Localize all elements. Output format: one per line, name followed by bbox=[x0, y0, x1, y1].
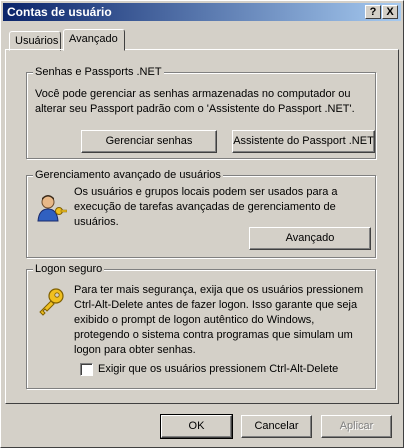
title-bar[interactable]: Contas de usuário ? X bbox=[3, 3, 401, 21]
passwords-group-label: Senhas e Passports .NET bbox=[33, 66, 164, 78]
tab-avancado-label: Avançado bbox=[69, 33, 118, 45]
manage-passwords-button[interactable]: Gerenciar senhas bbox=[81, 130, 217, 153]
ctrl-alt-delete-label[interactable]: Exigir que os usuários pressionem Ctrl-A… bbox=[98, 362, 338, 377]
key-icon bbox=[39, 288, 64, 316]
passwords-group: Senhas e Passports .NET Você pode gerenc… bbox=[26, 66, 376, 159]
apply-button[interactable]: Aplicar bbox=[321, 415, 392, 438]
help-button[interactable]: ? bbox=[365, 5, 381, 19]
passwords-description: Você pode gerenciar as senhas armazenada… bbox=[35, 88, 355, 115]
tab-panel: Senhas e Passports .NET Você pode gerenc… bbox=[5, 49, 399, 404]
window-title: Contas de usuário bbox=[7, 5, 112, 19]
secure-logon-label: Logon seguro bbox=[33, 263, 105, 275]
passport-wizard-button[interactable]: Assistente do Passport .NET bbox=[232, 130, 375, 153]
secure-logon-group: Logon seguro Para ter mais segurança, ex… bbox=[26, 263, 376, 389]
tab-avancado[interactable]: Avançado bbox=[63, 29, 125, 51]
ctrl-alt-delete-checkbox[interactable] bbox=[80, 363, 93, 376]
close-button[interactable]: X bbox=[382, 5, 398, 19]
tab-usuarios[interactable]: Usuários bbox=[9, 31, 61, 51]
advanced-button[interactable]: Avançado bbox=[249, 227, 371, 250]
secure-logon-description: Para ter mais segurança, exija que os us… bbox=[74, 284, 364, 356]
cancel-button[interactable]: Cancelar bbox=[241, 415, 312, 438]
user-accounts-dialog: Contas de usuário ? X Usuários Avançado … bbox=[0, 0, 404, 448]
advanced-group-label: Gerenciamento avançado de usuários bbox=[33, 169, 223, 181]
users-key-icon bbox=[37, 195, 67, 222]
advanced-description: Os usuários e grupos locais podem ser us… bbox=[74, 186, 338, 228]
ok-button[interactable]: OK bbox=[160, 414, 233, 439]
tab-usuarios-label: Usuários bbox=[15, 35, 59, 47]
advanced-users-group: Gerenciamento avançado de usuários Os us… bbox=[26, 169, 376, 258]
